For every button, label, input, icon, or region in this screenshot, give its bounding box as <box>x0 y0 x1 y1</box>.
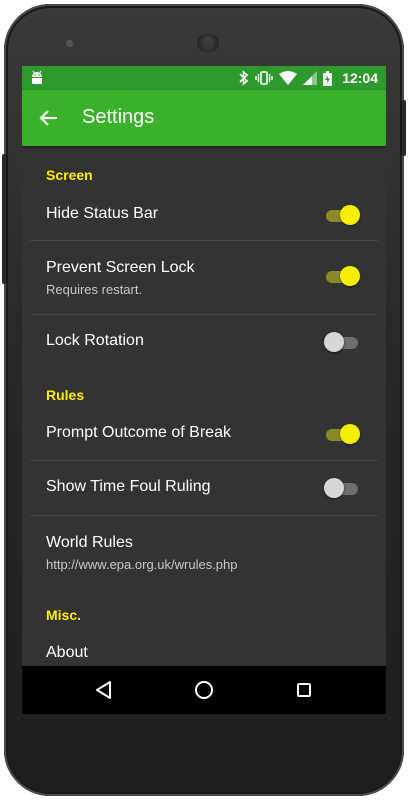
wifi-icon <box>279 71 298 85</box>
status-bar: 12:04 <box>22 66 386 90</box>
setting-title: World Rules <box>46 534 133 551</box>
earpiece-speaker <box>197 34 219 52</box>
nav-recents-button[interactable] <box>290 676 318 704</box>
status-clock: 12:04 <box>342 70 378 86</box>
setting-title: Prevent Screen Lock <box>46 259 195 276</box>
setting-hide-status-bar[interactable]: Hide Status Bar <box>22 190 386 240</box>
setting-show-time-foul-ruling[interactable]: Show Time Foul Ruling <box>22 461 386 515</box>
switch-thumb <box>324 332 344 352</box>
sensor-dot <box>329 40 334 45</box>
switch-thumb <box>340 424 360 444</box>
volume-button <box>402 100 406 156</box>
navigation-bar <box>22 666 386 714</box>
home-circle-icon <box>190 681 218 708</box>
category-header-rules: Rules <box>46 387 85 403</box>
vibrate-icon <box>255 71 273 85</box>
show-time-foul-switch[interactable] <box>324 477 360 499</box>
back-button[interactable] <box>34 104 64 132</box>
setting-title: Show Time Foul Ruling <box>46 478 211 495</box>
world-rules-link[interactable]: http://www.epa.org.uk/wrules.php <box>46 557 238 572</box>
setting-title: Lock Rotation <box>46 332 144 349</box>
lock-rotation-switch[interactable] <box>324 331 360 353</box>
setting-prevent-screen-lock[interactable]: Prevent Screen Lock Requires restart. <box>22 241 386 314</box>
category-header-screen: Screen <box>46 167 93 183</box>
setting-prompt-outcome-of-break[interactable]: Prompt Outcome of Break <box>22 408 386 460</box>
setting-about[interactable]: About <box>22 628 386 666</box>
nav-back-button[interactable] <box>90 676 118 704</box>
nav-home-button[interactable] <box>190 676 218 704</box>
settings-list[interactable]: Screen Hide Status Bar Prevent Screen Lo… <box>22 146 386 666</box>
prompt-outcome-switch[interactable] <box>324 423 360 445</box>
setting-world-rules[interactable]: World Rules http://www.epa.org.uk/wrules… <box>22 516 386 588</box>
switch-thumb <box>340 266 360 286</box>
prevent-screen-lock-switch[interactable] <box>324 265 360 287</box>
setting-title: Hide Status Bar <box>46 205 159 222</box>
bluetooth-icon <box>239 70 249 86</box>
hide-status-bar-switch[interactable] <box>324 204 360 226</box>
setting-title: Prompt Outcome of Break <box>46 424 231 441</box>
front-camera <box>66 40 73 47</box>
screen: 12:04 Settings Screen Hide Status Bar Pr… <box>22 66 386 714</box>
back-triangle-icon <box>90 681 118 708</box>
setting-title: About <box>46 644 88 661</box>
app-bar: Settings <box>22 90 386 146</box>
setting-summary: Requires restart. <box>46 282 143 297</box>
setting-lock-rotation[interactable]: Lock Rotation <box>22 315 386 371</box>
battery-charging-icon <box>323 70 333 86</box>
page-title: Settings <box>82 106 155 128</box>
sensor-dot <box>341 40 346 45</box>
category-header-misc: Misc. <box>46 607 82 623</box>
switch-thumb <box>324 478 344 498</box>
power-button <box>2 154 6 284</box>
switch-thumb <box>340 205 360 225</box>
recents-square-icon <box>290 683 318 708</box>
android-icon <box>30 70 46 86</box>
signal-icon <box>303 71 318 85</box>
